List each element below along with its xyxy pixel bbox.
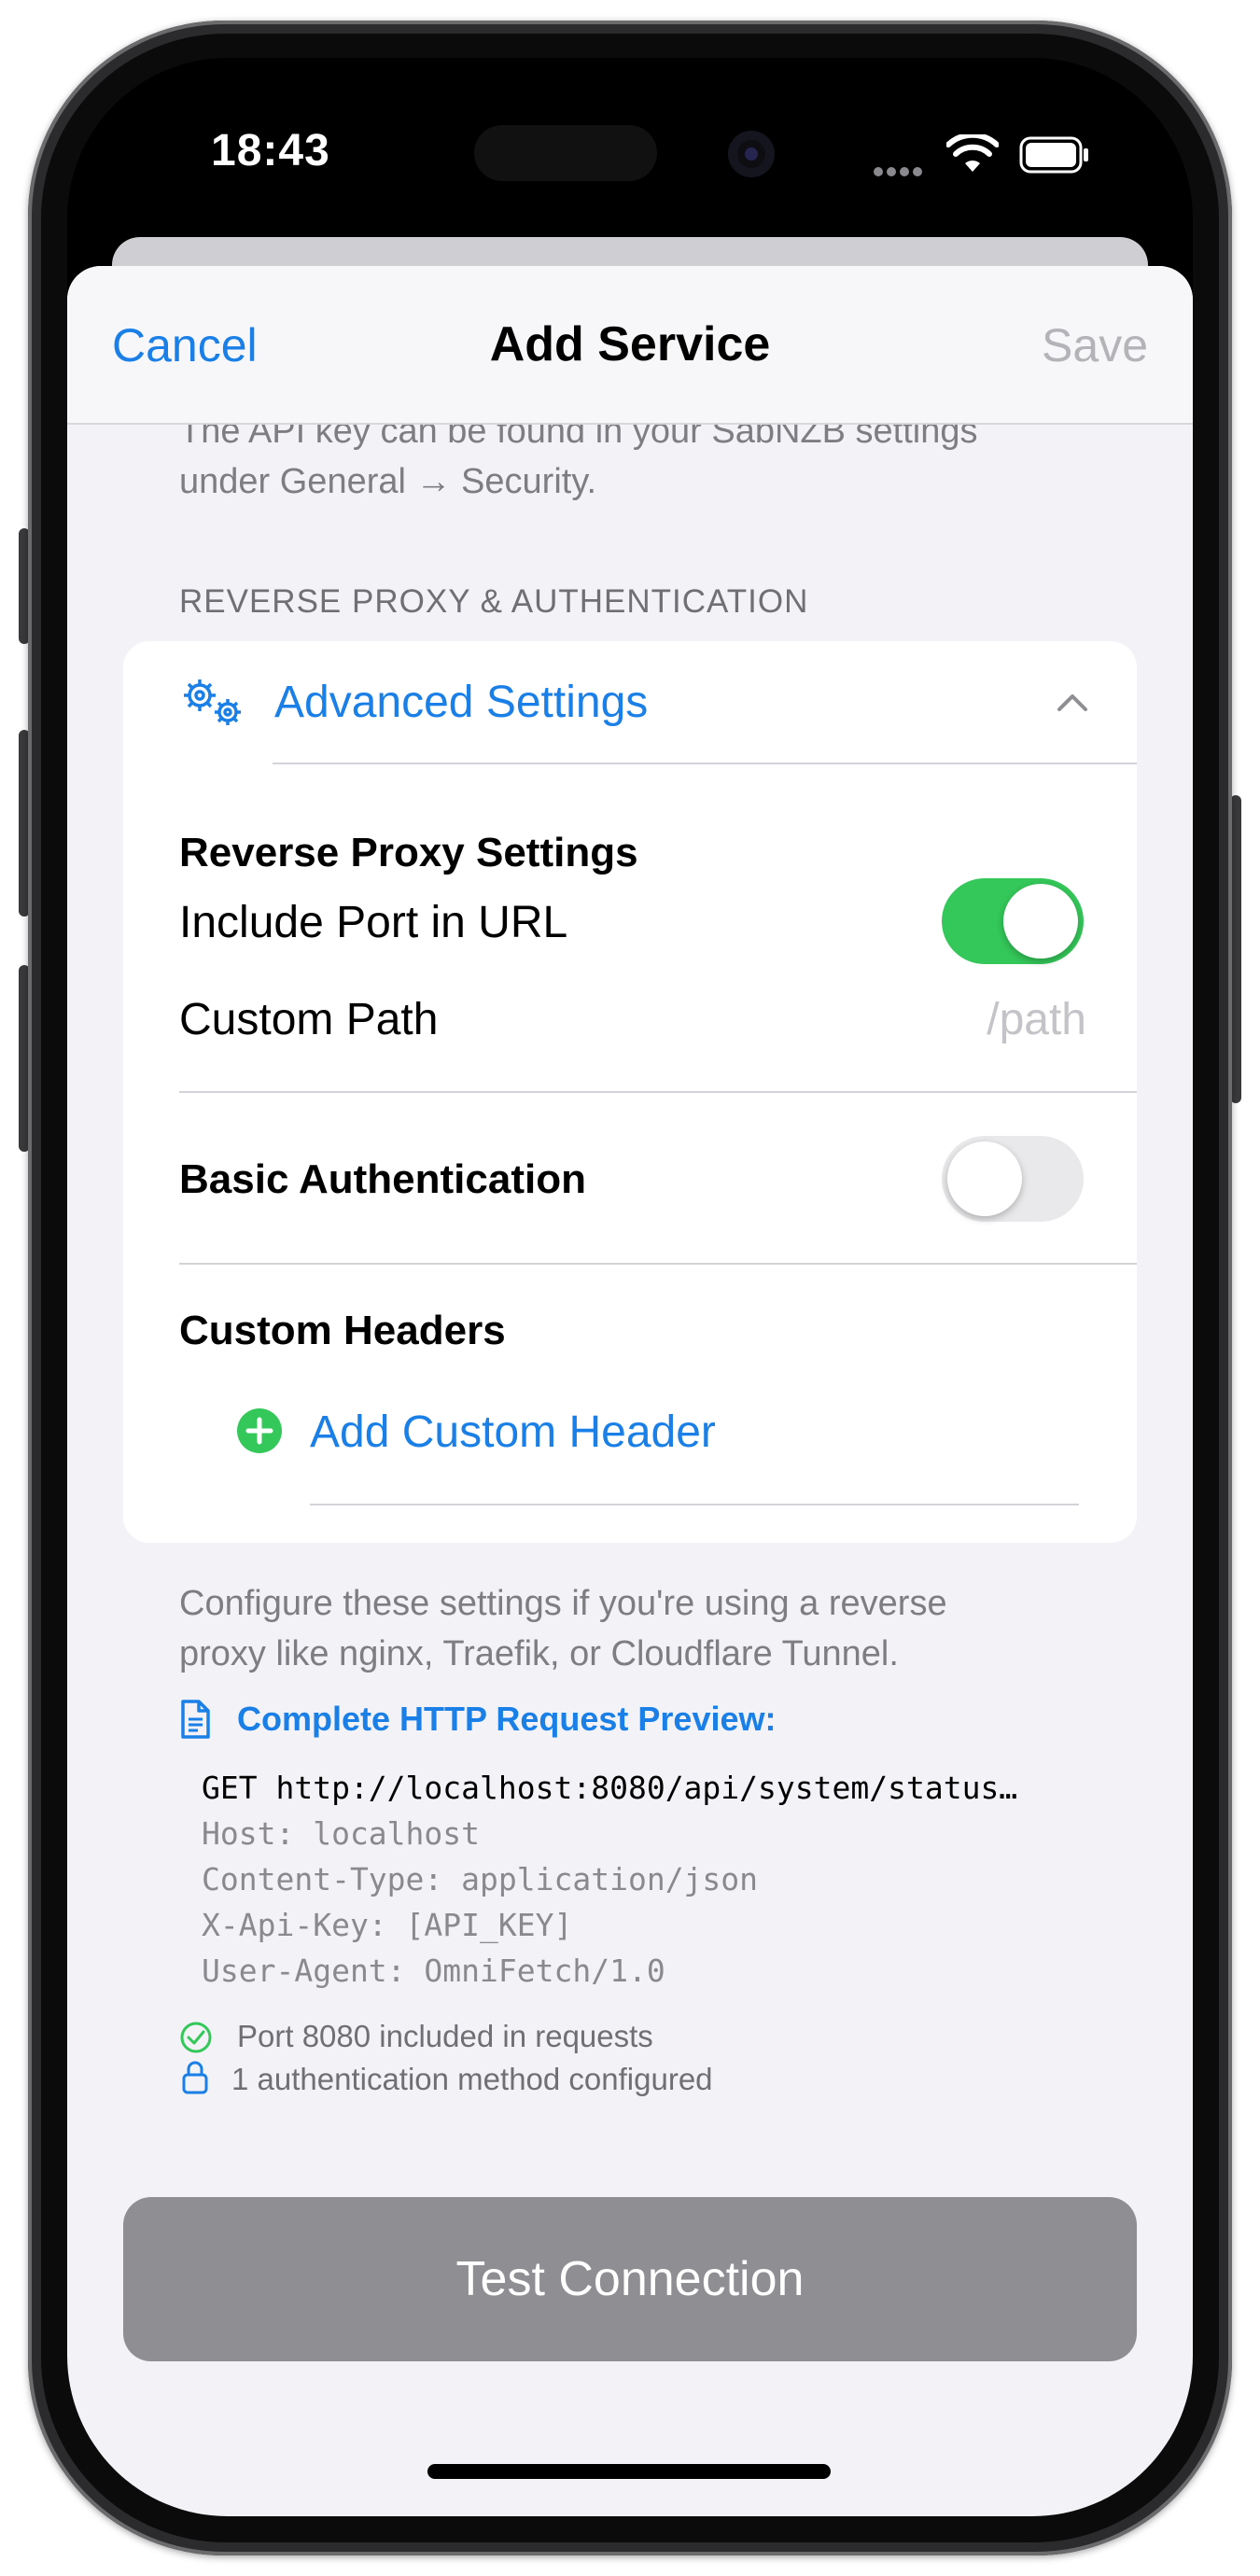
home-indicator (427, 2464, 831, 2479)
port-info: Port 8080 included in requests (237, 2019, 653, 2053)
advanced-settings-label: Advanced Settings (274, 678, 649, 727)
status-time: 18:43 (211, 126, 330, 175)
basic-auth-toggle[interactable] (942, 1136, 1084, 1222)
add-custom-header-label: Add Custom Header (310, 1407, 716, 1457)
cancel-button[interactable]: Cancel (112, 318, 258, 372)
footer-note-line1: Configure these settings if you're using… (179, 1584, 947, 1623)
basic-auth-label: Basic Authentication (179, 1156, 586, 1202)
add-service-sheet: Add Service Cancel Save The API key can … (67, 266, 1193, 2516)
toggle-knob (1003, 884, 1078, 959)
navigation-bar: Add Service Cancel Save (67, 266, 1193, 425)
request-preview-title: Complete HTTP Request Preview: (237, 1700, 777, 1738)
toggle-knob (947, 1141, 1022, 1216)
checkmark-circle-icon (180, 2022, 212, 2053)
document-icon (181, 1700, 210, 1739)
section-header: REVERSE PROXY & AUTHENTICATION (179, 583, 809, 620)
save-button[interactable]: Save (1042, 318, 1148, 372)
custom-headers-heading: Custom Headers (179, 1308, 506, 1353)
include-port-label: Include Port in URL (179, 898, 568, 947)
divider (179, 1263, 1137, 1265)
wifi-icon (946, 134, 999, 172)
header-user-agent: User-Agent: OmniFetch/1.0 (202, 1953, 665, 1989)
divider (273, 763, 1137, 764)
battery-icon (1019, 136, 1088, 174)
reverse-proxy-footer-note: Configure these settings if you're using… (179, 1578, 947, 1679)
divider (179, 1091, 1137, 1093)
request-line: GET http://localhost:8080/api/system/sta… (202, 1770, 1018, 1806)
header-content-type: Content-Type: application/json (202, 1861, 759, 1897)
dynamic-island (474, 125, 657, 181)
auth-info: 1 authentication method configured (231, 2062, 713, 2096)
header-api-key: X-Api-Key: [API_KEY] (202, 1907, 573, 1943)
header-host: Host: localhost (202, 1815, 481, 1852)
include-port-toggle[interactable] (942, 878, 1084, 964)
chevron-up-icon[interactable] (1057, 692, 1088, 712)
test-connection-button[interactable]: Test Connection (123, 2197, 1137, 2361)
reverse-proxy-heading: Reverse Proxy Settings (179, 830, 638, 875)
gears-icon (184, 679, 241, 725)
custom-path-input[interactable]: /path (833, 994, 1086, 1045)
custom-path-label: Custom Path (179, 995, 439, 1044)
signal-icon (874, 164, 928, 176)
api-key-note-line2: under General → Security. (179, 462, 597, 501)
divider (310, 1504, 1079, 1505)
footer-note-line2: proxy like nginx, Traefik, or Cloudflare… (179, 1634, 899, 1673)
front-camera (728, 131, 775, 177)
plus-circle-icon (237, 1408, 282, 1453)
screen: 18:43 Add Service Cancel Save The API ke… (67, 58, 1193, 2516)
lock-icon (182, 2061, 208, 2094)
advanced-settings-card: Advanced Settings Reverse Proxy Settings… (123, 641, 1137, 1543)
add-custom-header-button[interactable]: Add Custom Header (235, 1388, 1075, 1481)
advanced-settings-row[interactable]: Advanced Settings (123, 641, 1137, 763)
